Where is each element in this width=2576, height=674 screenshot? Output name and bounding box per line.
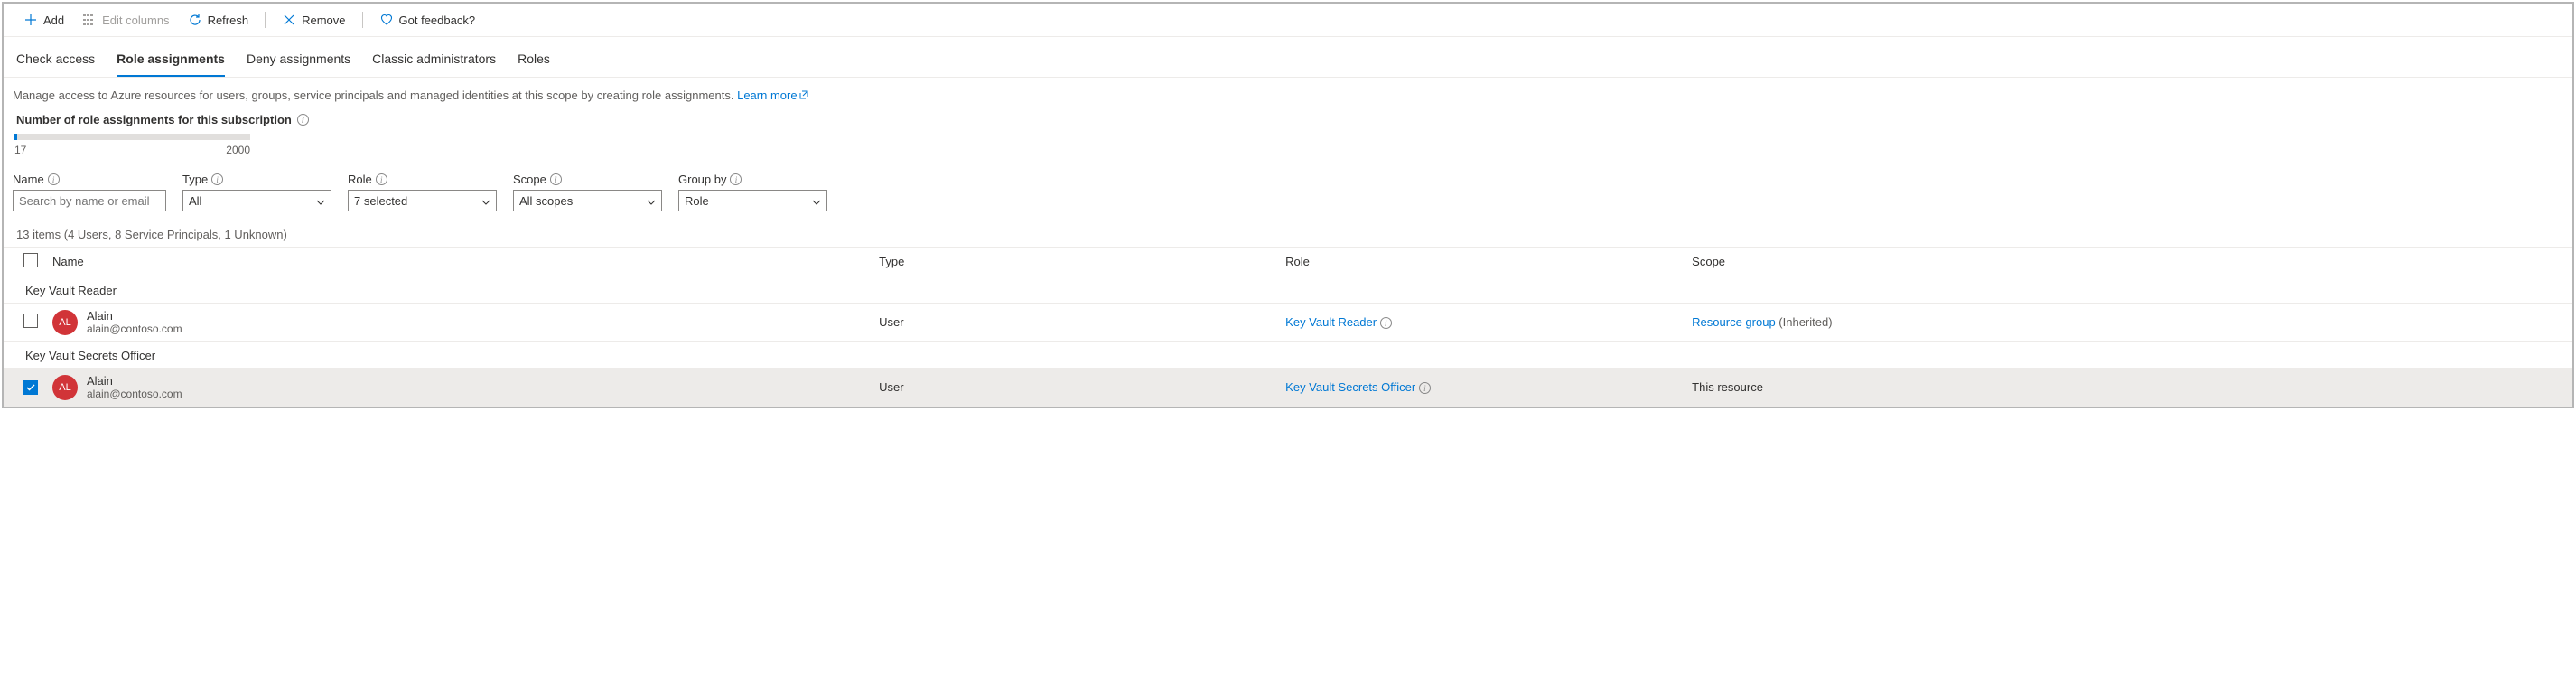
heart-icon: [379, 13, 394, 27]
user-name: Alain: [87, 309, 182, 323]
filter-type-label: Type: [182, 173, 208, 186]
type-dropdown[interactable]: All: [182, 190, 331, 211]
header-role[interactable]: Role: [1278, 248, 1685, 276]
learn-more-link[interactable]: Learn more: [737, 89, 807, 102]
table-row[interactable]: AL Alain alain@contoso.com User Key Vaul…: [4, 304, 2572, 342]
header-scope[interactable]: Scope: [1685, 248, 2572, 276]
assignment-gauge: 17 2000: [4, 130, 261, 158]
remove-icon: [282, 13, 296, 27]
feedback-label: Got feedback?: [399, 14, 476, 27]
group-header: Key Vault Reader: [4, 276, 2572, 304]
avatar: AL: [52, 375, 78, 400]
edit-columns-label: Edit columns: [102, 14, 169, 27]
remove-label: Remove: [302, 14, 345, 27]
tab-roles[interactable]: Roles: [518, 51, 550, 77]
description-body: Manage access to Azure resources for use…: [13, 89, 733, 102]
info-icon[interactable]: i: [730, 173, 742, 185]
groupby-dropdown[interactable]: Role: [678, 190, 827, 211]
row-scope-link[interactable]: Resource group: [1692, 315, 1776, 329]
table-row[interactable]: AL Alain alain@contoso.com User Key Vaul…: [4, 369, 2572, 407]
tab-check-access[interactable]: Check access: [16, 51, 95, 77]
plus-icon: [23, 13, 38, 27]
refresh-button[interactable]: Refresh: [181, 9, 257, 31]
group-header: Key Vault Secrets Officer: [4, 342, 2572, 369]
info-icon[interactable]: i: [550, 173, 562, 185]
select-all-checkbox[interactable]: [23, 253, 38, 267]
gauge-max: 2000: [226, 144, 250, 156]
tab-bar: Check access Role assignments Deny assig…: [4, 37, 2572, 78]
filter-groupby-label: Group by: [678, 173, 726, 186]
columns-icon: [82, 13, 97, 27]
edit-columns-button[interactable]: Edit columns: [75, 9, 176, 31]
info-icon[interactable]: i: [376, 173, 387, 185]
avatar: AL: [52, 310, 78, 335]
tab-role-assignments[interactable]: Role assignments: [117, 51, 225, 77]
user-email: alain@contoso.com: [87, 388, 182, 400]
external-link-icon: [799, 89, 808, 102]
info-icon[interactable]: i: [48, 173, 60, 185]
chevron-down-icon: [316, 194, 325, 208]
scope-dropdown[interactable]: All scopes: [513, 190, 662, 211]
tab-classic-admins[interactable]: Classic administrators: [372, 51, 496, 77]
row-role-link[interactable]: Key Vault Secrets Officer: [1285, 380, 1415, 394]
row-type: User: [872, 369, 1278, 407]
feedback-button[interactable]: Got feedback?: [372, 9, 483, 31]
row-checkbox[interactable]: [23, 314, 38, 328]
header-type[interactable]: Type: [872, 248, 1278, 276]
description-text: Manage access to Azure resources for use…: [4, 78, 2572, 109]
filter-name-label: Name: [13, 173, 44, 186]
toolbar-separator: [265, 12, 266, 28]
row-checkbox[interactable]: [23, 380, 38, 395]
header-name[interactable]: Name: [45, 248, 872, 276]
tab-deny-assignments[interactable]: Deny assignments: [247, 51, 350, 77]
info-icon[interactable]: i: [1380, 317, 1392, 329]
row-role-link[interactable]: Key Vault Reader: [1285, 315, 1377, 329]
assignment-count-label: Number of role assignments for this subs…: [4, 109, 2572, 130]
search-input[interactable]: [13, 190, 166, 211]
info-icon[interactable]: i: [211, 173, 223, 185]
refresh-icon: [188, 13, 202, 27]
items-summary: 13 items (4 Users, 8 Service Principals,…: [4, 219, 2572, 247]
chevron-down-icon: [647, 194, 656, 208]
user-name: Alain: [87, 374, 182, 388]
row-type: User: [872, 304, 1278, 342]
scope-inherited: (Inherited): [1778, 315, 1832, 329]
info-icon[interactable]: i: [1419, 382, 1431, 394]
gauge-current: 17: [14, 144, 26, 156]
info-icon[interactable]: i: [297, 114, 309, 126]
filter-role-label: Role: [348, 173, 372, 186]
add-label: Add: [43, 14, 64, 27]
role-dropdown[interactable]: 7 selected: [348, 190, 497, 211]
refresh-label: Refresh: [208, 14, 249, 27]
user-email: alain@contoso.com: [87, 323, 182, 335]
filter-scope-label: Scope: [513, 173, 546, 186]
remove-button[interactable]: Remove: [275, 9, 352, 31]
chevron-down-icon: [812, 194, 821, 208]
chevron-down-icon: [481, 194, 490, 208]
role-assignments-table: Name Type Role Scope Key Vault Reader AL…: [4, 247, 2572, 407]
add-button[interactable]: Add: [16, 9, 71, 31]
toolbar-separator: [362, 12, 363, 28]
row-scope-text: This resource: [1685, 369, 2572, 407]
command-bar: Add Edit columns Refresh Remove Go: [4, 4, 2572, 37]
filter-bar: Name i Type i All Role i 7 selected Scop…: [4, 158, 2572, 219]
